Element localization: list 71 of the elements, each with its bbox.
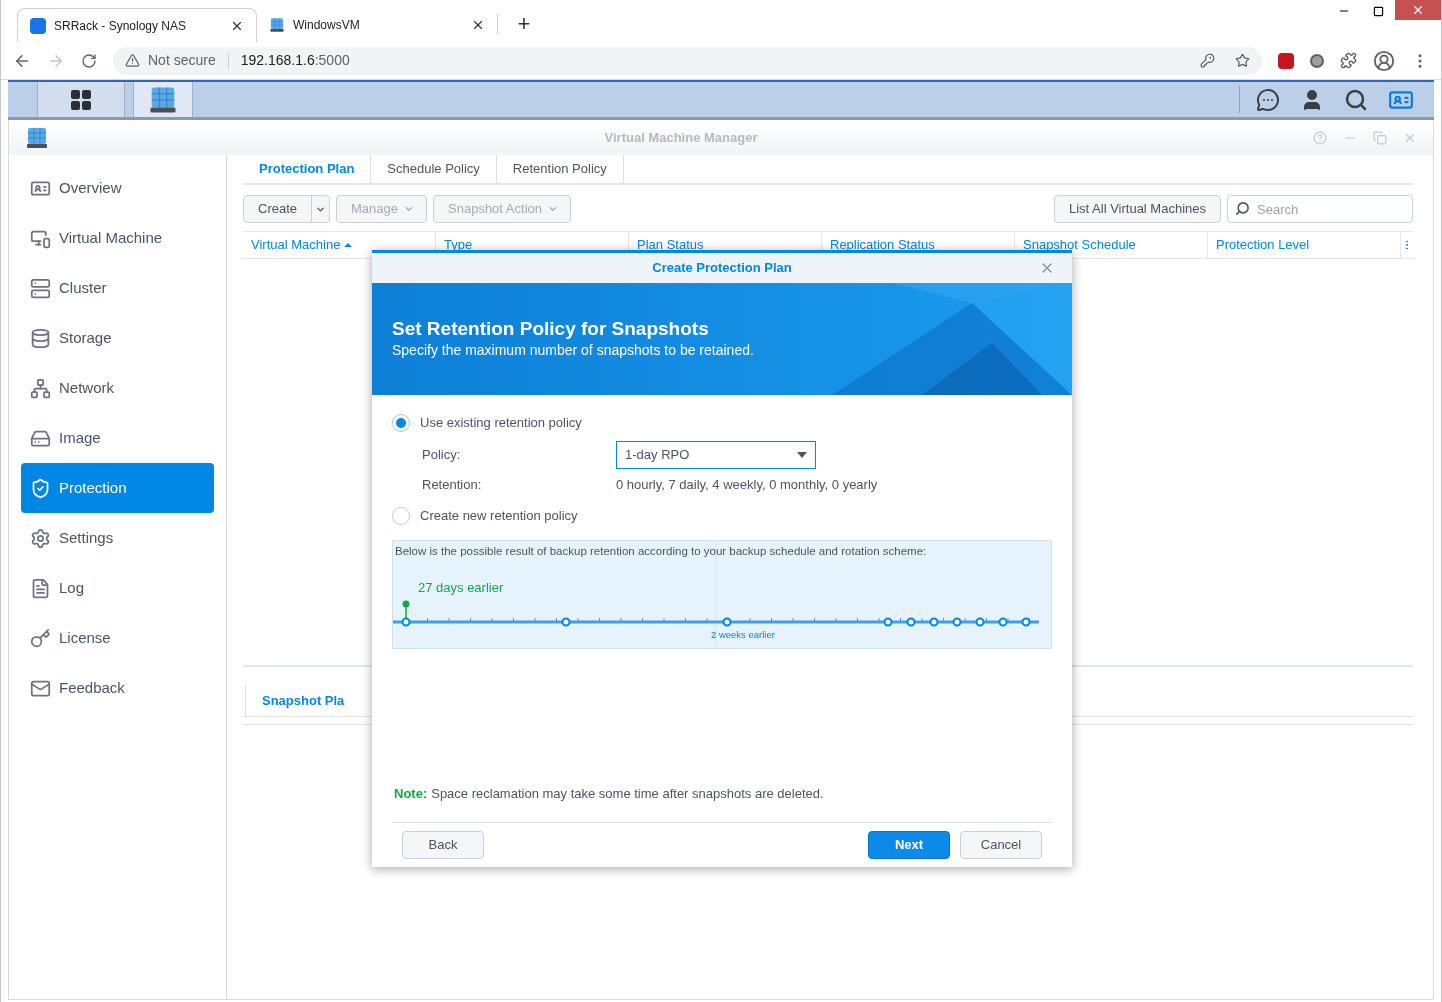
sidebar-item[interactable]: Cluster xyxy=(21,263,214,313)
split-button[interactable]: Create xyxy=(243,195,331,223)
taskbar-button[interactable] xyxy=(133,82,193,117)
caret-icon xyxy=(797,452,807,458)
main-menu-icon xyxy=(69,87,93,112)
sidebar-item[interactable]: License xyxy=(21,613,214,663)
policy-dropdown[interactable]: 1-day RPO xyxy=(616,441,816,469)
field-label: Policy: xyxy=(422,446,462,465)
shield-icon xyxy=(30,477,51,499)
note-text: Space reclamation may take some time after snapshots are deleted. xyxy=(431,785,824,804)
search-icon xyxy=(1235,201,1250,216)
profile-icon[interactable] xyxy=(1373,49,1395,72)
database-icon xyxy=(30,327,51,349)
caret-icon xyxy=(548,204,558,214)
oldest-snapshot-label: 27 days earlier xyxy=(417,579,505,598)
dialog-button[interactable]: Cancel xyxy=(960,831,1042,859)
sidebar-item[interactable]: Overview xyxy=(21,163,214,213)
tab[interactable]: Protection Plan xyxy=(243,155,372,183)
key-icon[interactable] xyxy=(1200,53,1215,68)
list-all-button[interactable]: List All Virtual Machines xyxy=(1053,195,1221,223)
server-rack-icon xyxy=(25,125,49,150)
security-label: Not secure xyxy=(148,51,216,70)
bookmark-icon[interactable] xyxy=(1235,53,1250,68)
network-icon xyxy=(30,377,51,399)
retention-value: 0 hourly, 7 daily, 4 weekly, 0 monthly, 0 yearly xyxy=(616,476,878,495)
search-icon[interactable] xyxy=(1344,87,1368,112)
document-icon xyxy=(30,577,51,599)
search-field[interactable]: Search xyxy=(1227,195,1413,223)
address-bar[interactable]: Not secure 192.168.1.6:5000 xyxy=(113,46,1262,75)
sidebar-item[interactable]: Image xyxy=(21,413,214,463)
preview-caption: Below is the possible result of backup retention according to your backup schedule and rotation scheme: xyxy=(394,544,928,559)
timeline-label: 2 weeks earlier xyxy=(710,627,776,642)
chat-icon[interactable] xyxy=(1256,87,1280,112)
extensions-icon[interactable] xyxy=(1340,52,1357,69)
browser-tab[interactable]: WindowsVM xyxy=(257,8,497,42)
url-text: 192.168.1.6:5000 xyxy=(240,51,350,70)
option-label[interactable]: Create new retention policy xyxy=(420,506,578,526)
reload-icon[interactable] xyxy=(81,52,97,69)
new-tab-button[interactable]: + xyxy=(510,10,538,38)
banner-subheading: Specify the maximum number of snapshots to be retained. xyxy=(392,341,755,361)
server-rack-icon xyxy=(269,17,285,33)
sidebar-item[interactable]: Feedback xyxy=(21,663,214,713)
server-icon xyxy=(30,277,51,299)
warning-icon xyxy=(125,53,140,68)
sidebar-item[interactable]: Storage xyxy=(21,313,214,363)
browser-tab[interactable]: SRRack - Synology NAS xyxy=(17,8,257,42)
note-label: Note: xyxy=(394,785,428,804)
taskbar-button[interactable] xyxy=(37,82,125,117)
tab[interactable]: Schedule Policy xyxy=(371,155,497,183)
dialog-button[interactable]: Back xyxy=(402,831,484,859)
sidebar-item[interactable]: Log xyxy=(21,563,214,613)
window-title: Virtual Machine Manager xyxy=(603,128,759,147)
sidebar-item[interactable]: Protection xyxy=(21,463,214,513)
pdf-extension-icon[interactable] xyxy=(1278,52,1294,69)
column-header[interactable]: Protection Level xyxy=(1208,232,1401,258)
sidebar-item[interactable]: Virtual Machine xyxy=(21,213,214,263)
sidebar-item[interactable]: Settings xyxy=(21,513,214,563)
banner-heading: Set Retention Policy for Snapshots xyxy=(392,316,710,341)
app-logo-icon xyxy=(30,17,46,34)
tab[interactable]: Snapshot Pla xyxy=(245,685,361,716)
tab[interactable]: Retention Policy xyxy=(496,155,624,183)
key-icon xyxy=(30,627,51,649)
settings-icon xyxy=(30,527,51,549)
field-label: Retention: xyxy=(422,476,483,495)
option-label[interactable]: Use existing retention policy xyxy=(420,413,582,433)
caret-icon xyxy=(404,204,414,214)
close-icon[interactable] xyxy=(471,18,485,32)
dialog-title: Create Protection Plan xyxy=(652,259,792,278)
sidebar-item[interactable]: Network xyxy=(21,363,214,413)
primary-button[interactable]: Next xyxy=(868,831,950,859)
circle-extension-icon[interactable] xyxy=(1310,53,1324,68)
